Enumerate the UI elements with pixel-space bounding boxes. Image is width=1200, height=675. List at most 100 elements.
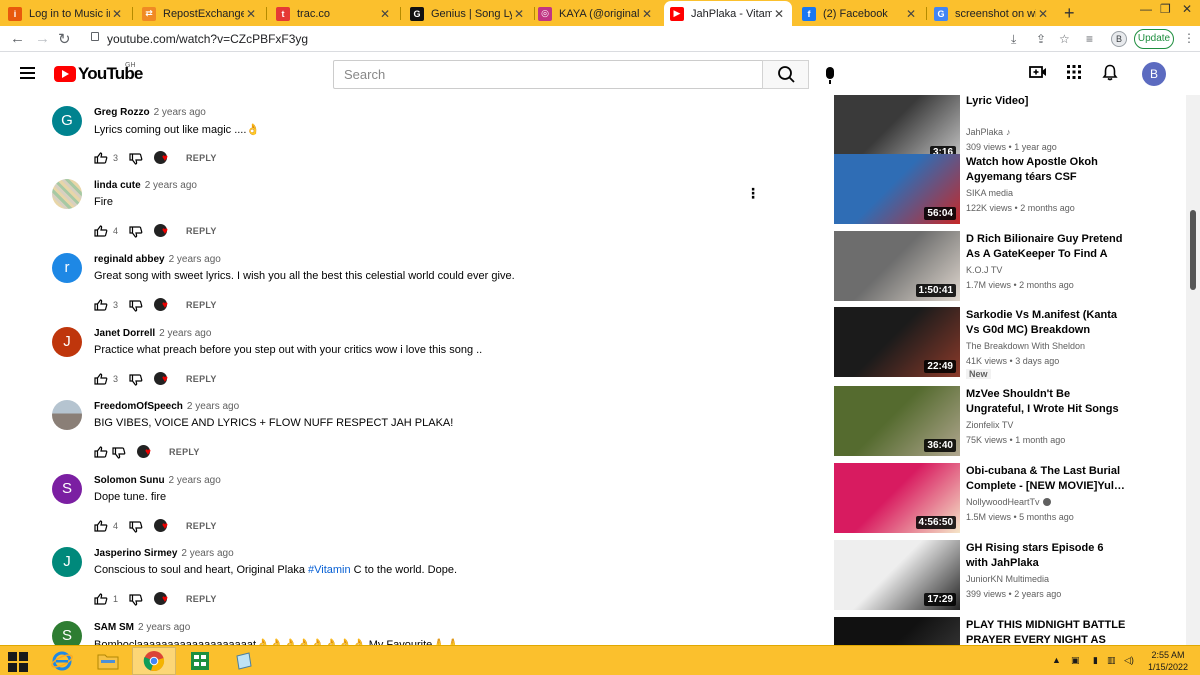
- dislike-icon[interactable]: [129, 521, 143, 533]
- comment-time[interactable]: 2 years ago: [145, 180, 197, 191]
- video-channel[interactable]: The Breakdown With Sheldon: [966, 341, 1085, 351]
- video-thumbnail[interactable]: [834, 617, 960, 645]
- notepad-icon[interactable]: [222, 647, 266, 675]
- channel-name[interactable]: SIKA media: [966, 188, 1013, 198]
- back-icon[interactable]: ←: [10, 30, 25, 47]
- video-title[interactable]: PLAY THIS MIDNIGHT BATTLE PRAYER EVERY N…: [966, 618, 1126, 645]
- tab-close-icon[interactable]: ✕: [1036, 7, 1050, 21]
- video-title[interactable]: GH Rising stars Episode 6 with JahPlaka: [966, 541, 1126, 571]
- comment-author[interactable]: Solomon Sunu: [94, 475, 165, 486]
- url-text[interactable]: youtube.com/watch?v=CZcPBFxF3yg: [107, 32, 308, 46]
- video-channel[interactable]: JuniorKN Multimedia: [966, 574, 1049, 584]
- dislike-icon[interactable]: [129, 374, 143, 386]
- page-scrollbar[interactable]: [1186, 95, 1200, 645]
- commenter-avatar[interactable]: J: [52, 547, 82, 577]
- commenter-avatar[interactable]: G: [52, 106, 82, 136]
- reading-list-icon[interactable]: ≡: [1086, 32, 1093, 46]
- excel-icon[interactable]: [178, 647, 222, 675]
- browser-tab[interactable]: ⇄ RepostExchange - W✕: [136, 1, 264, 26]
- tab-close-icon[interactable]: ✕: [512, 7, 526, 21]
- new-tab-button[interactable]: +: [1064, 3, 1075, 24]
- comment-author[interactable]: SAM SM: [94, 622, 134, 633]
- browser-tab[interactable]: ◎ KAYA (@originalkaya✕: [532, 1, 660, 26]
- tab-close-icon[interactable]: ✕: [904, 7, 918, 21]
- recommended-video[interactable]: 22:49 Sarkodie Vs M.anifest (Kanta Vs G0d…: [834, 307, 1134, 379]
- like-icon[interactable]: [94, 373, 108, 385]
- notifications-bell-icon[interactable]: [1102, 64, 1118, 86]
- comment-author[interactable]: Janet Dorrell: [94, 328, 155, 339]
- browser-menu-icon[interactable]: ⋮: [1183, 31, 1195, 45]
- like-icon[interactable]: [94, 520, 108, 532]
- channel-name[interactable]: K.O.J TV: [966, 265, 1002, 275]
- browser-tab[interactable]: f (2) Facebook ✕: [796, 1, 924, 26]
- reply-button[interactable]: REPLY: [186, 594, 217, 604]
- reply-button[interactable]: REPLY: [169, 447, 200, 457]
- comment-time[interactable]: 2 years ago: [169, 254, 221, 265]
- battery-icon[interactable]: ▮: [1093, 655, 1098, 666]
- recommended-video[interactable]: 17:29 GH Rising stars Episode 6 with JahP…: [834, 540, 1134, 612]
- video-title[interactable]: Lyric Video]: [966, 95, 1126, 124]
- search-input[interactable]: [334, 61, 762, 88]
- comment-author[interactable]: linda cute: [94, 180, 141, 191]
- comment-time[interactable]: 2 years ago: [169, 475, 221, 486]
- mic-icon[interactable]: [826, 67, 834, 84]
- volume-icon[interactable]: ◁): [1124, 655, 1134, 666]
- taskbar-clock[interactable]: 2:55 AM 1/15/2022: [1140, 649, 1196, 673]
- recommended-video[interactable]: 4:56:50 Obi-cubana & The Last Burial Comp…: [834, 463, 1134, 535]
- comment-time[interactable]: 2 years ago: [181, 548, 233, 559]
- browser-profile-avatar[interactable]: B: [1111, 31, 1127, 47]
- like-icon[interactable]: [94, 225, 108, 237]
- channel-name[interactable]: JuniorKN Multimedia: [966, 574, 1049, 584]
- tab-close-icon[interactable]: ✕: [640, 7, 654, 21]
- windows-start-icon[interactable]: [8, 652, 28, 672]
- network-icon[interactable]: ▥: [1107, 655, 1116, 666]
- show-hidden-icons-icon[interactable]: ▲: [1052, 655, 1061, 665]
- channel-name[interactable]: Zionfelix TV: [966, 420, 1013, 430]
- browser-tab[interactable]: Gscreenshot on windo✕: [928, 1, 1056, 26]
- video-channel[interactable]: Zionfelix TV: [966, 420, 1013, 430]
- commenter-avatar[interactable]: [52, 179, 82, 209]
- reply-button[interactable]: REPLY: [186, 374, 217, 384]
- youtube-logo-icon[interactable]: [54, 66, 76, 82]
- like-icon[interactable]: [94, 299, 108, 311]
- reply-button[interactable]: REPLY: [186, 226, 217, 236]
- reply-button[interactable]: REPLY: [186, 300, 217, 310]
- video-channel[interactable]: K.O.J TV: [966, 265, 1002, 275]
- browser-tab[interactable]: t trac.co ✕: [270, 1, 398, 26]
- channel-name[interactable]: NollywoodHeartTv: [966, 497, 1040, 507]
- recommended-video[interactable]: PLAY THIS MIDNIGHT BATTLE PRAYER EVERY N…: [834, 617, 1134, 645]
- internet-explorer-icon[interactable]: [40, 647, 84, 675]
- commenter-avatar[interactable]: J: [52, 327, 82, 357]
- comment-time[interactable]: 2 years ago: [187, 401, 239, 412]
- video-thumbnail[interactable]: 1:50:41: [834, 231, 960, 301]
- like-icon[interactable]: [94, 446, 108, 458]
- search-button[interactable]: [762, 60, 809, 89]
- reply-button[interactable]: REPLY: [186, 153, 217, 163]
- like-icon[interactable]: [94, 152, 108, 164]
- bookmark-star-icon[interactable]: ☆: [1059, 32, 1070, 46]
- tab-close-icon[interactable]: ✕: [378, 7, 392, 21]
- comment-time[interactable]: 2 years ago: [154, 107, 206, 118]
- like-icon[interactable]: [94, 593, 108, 605]
- video-channel[interactable]: SIKA media: [966, 188, 1013, 198]
- commenter-avatar[interactable]: [52, 400, 82, 430]
- video-title[interactable]: MzVee Shouldn't Be Ungrateful, I Wrote H…: [966, 387, 1126, 417]
- browser-tab[interactable]: G Genius | Song Lyrics✕: [404, 1, 532, 26]
- video-thumbnail[interactable]: 56:04: [834, 154, 960, 224]
- scrollbar-thumb[interactable]: [1190, 210, 1196, 290]
- comment-author[interactable]: Greg Rozzo: [94, 107, 150, 118]
- restore-icon[interactable]: ❐: [1160, 2, 1171, 16]
- video-title[interactable]: Obi-cubana & The Last Burial Complete - …: [966, 464, 1126, 494]
- comment-author[interactable]: Jasperino Sirmey: [94, 548, 177, 559]
- tab-close-icon[interactable]: ✕: [244, 7, 258, 21]
- reload-icon[interactable]: ↻: [58, 30, 71, 48]
- video-thumbnail[interactable]: 22:49: [834, 307, 960, 377]
- dislike-icon[interactable]: [129, 226, 143, 238]
- tab-close-icon[interactable]: ✕: [772, 7, 786, 21]
- video-thumbnail[interactable]: 3:16: [834, 95, 960, 163]
- video-title[interactable]: D Rich Bilionaire Guy Pretend As A GateK…: [966, 232, 1126, 262]
- video-thumbnail[interactable]: 4:56:50: [834, 463, 960, 533]
- create-video-icon[interactable]: [1029, 64, 1047, 85]
- video-thumbnail[interactable]: 17:29: [834, 540, 960, 610]
- lock-icon[interactable]: [91, 32, 99, 41]
